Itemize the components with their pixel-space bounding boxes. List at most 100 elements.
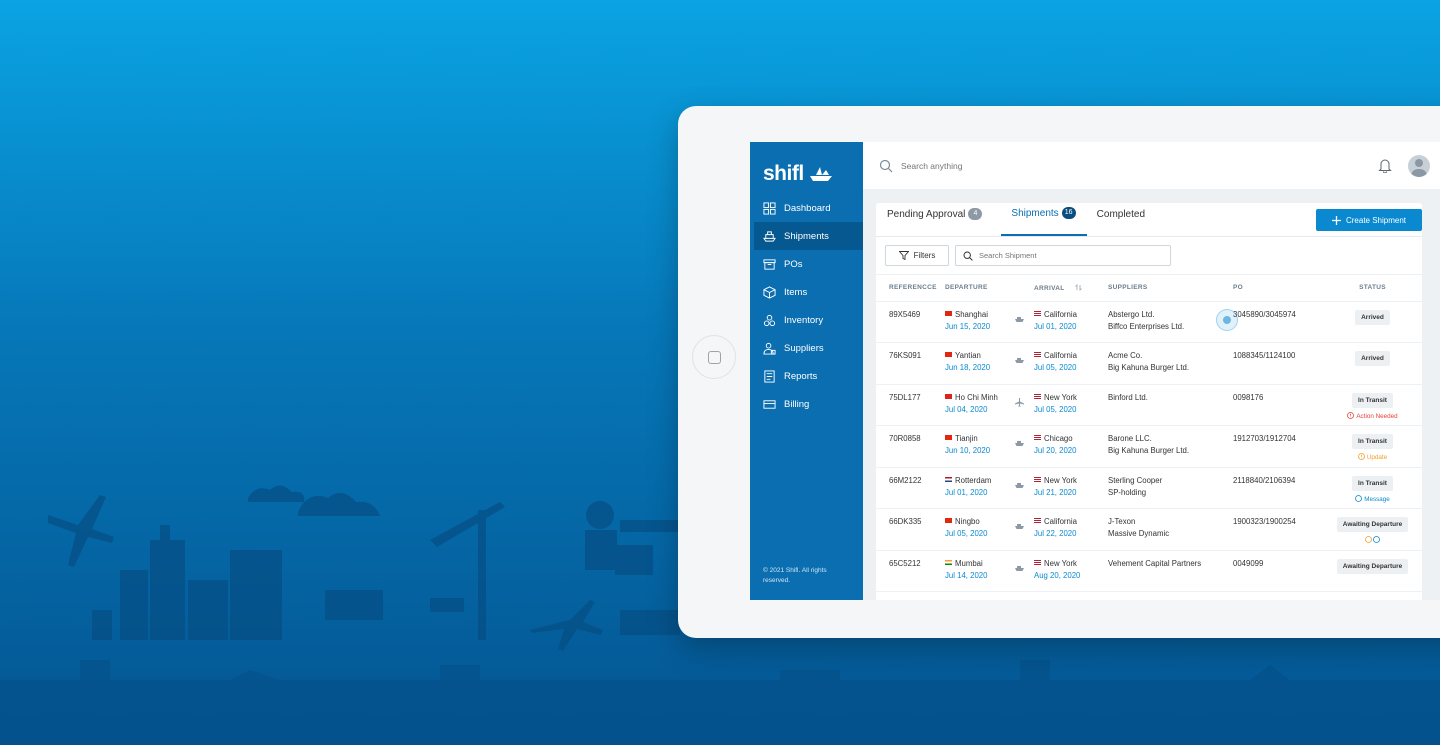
arrival-date: Aug 20, 2020 (1034, 570, 1081, 580)
boxes-icon (763, 314, 776, 326)
status-cell: Awaiting Departure (1323, 508, 1422, 551)
sidebar-item-suppliers[interactable]: Suppliers (750, 334, 863, 362)
sidebar-item-label: Billing (784, 398, 810, 410)
table-row[interactable]: 66M2122 Rotterdam Jul 01, 2020 New York … (876, 467, 1422, 509)
po-cell: 2118840/2106394 (1233, 467, 1323, 509)
reference-text: 76KS091 (889, 351, 922, 360)
table-row[interactable]: 75DL177 Ho Chi Minh Jul 04, 2020 New Yor… (876, 384, 1422, 426)
status-badge: Awaiting Departure (1336, 558, 1409, 574)
status-badge: Arrived (1355, 351, 1390, 366)
po-cell: 0018756/0018735 (1233, 591, 1323, 600)
table-row[interactable]: 66DK335 Ningbo Jul 05, 2020 California J… (876, 508, 1422, 551)
reference-cell: 66DK335 (876, 508, 945, 551)
sidebar-item-shipments[interactable]: Shipments (754, 222, 863, 250)
tab-shipments[interactable]: Shipments 16 (1001, 202, 1087, 236)
sidebar-item-pos[interactable]: POs (750, 250, 863, 278)
table-row[interactable]: 64SA906 Shanghai California Genco Pura O… (876, 591, 1422, 600)
table-row[interactable]: 70R0858 Tianjin Jun 10, 2020 Chicago Jul… (876, 425, 1422, 468)
supplier-secondary: Big Kahuna Burger Ltd. (1108, 363, 1190, 372)
user-avatar[interactable] (1408, 155, 1430, 177)
reference-text: 66DK335 (889, 517, 922, 526)
po-cell: 0049099 (1233, 550, 1323, 592)
app-screen: shifl Dashboard Shipments POs Items Inve… (750, 142, 1440, 600)
table-row[interactable]: 65C5212 Mumbai Jul 14, 2020 New York Aug… (876, 550, 1422, 592)
filters-button[interactable]: Filters (885, 245, 949, 266)
tab-label: Pending Approval (887, 208, 966, 220)
column-header-departure[interactable]: DEPARTURE (945, 275, 1015, 302)
supplier-primary: Sterling Cooper (1108, 475, 1163, 485)
departure-city: Rotterdam (955, 475, 992, 485)
sub-status-slot[interactable]: Update (1323, 453, 1422, 461)
status-badge: Arrived (1355, 309, 1390, 325)
tab-label: Completed (1096, 208, 1146, 220)
supplier-secondary: SP-holding (1108, 487, 1147, 497)
shipment-search-input[interactable] (979, 251, 1159, 260)
column-header-arrival[interactable]: ARRIVAL (1034, 275, 1108, 302)
departure-city: Tianjin (955, 434, 978, 443)
sub-status-text: Message (1364, 495, 1390, 503)
sidebar-item-billing[interactable]: Billing (750, 390, 863, 418)
create-shipment-label: Create Shipment (1345, 215, 1407, 225)
column-header-po[interactable]: PO (1233, 275, 1323, 302)
table-header-row: REFERENCCE DEPARTURE ARRIVAL SUPPLIERS P… (876, 275, 1422, 302)
arrival-city: California (1044, 309, 1077, 319)
arrival-cell: Chicago Jul 20, 2020 (1034, 425, 1108, 468)
column-header-suppliers[interactable]: SUPPLIERS (1108, 275, 1233, 302)
reference-cell: 89X5469 (876, 301, 945, 343)
flag-icon (945, 518, 952, 523)
shipments-panel: Pending Approval 4 Shipments 16 Complete… (876, 203, 1422, 600)
sidebar-item-reports[interactable]: Reports (750, 362, 863, 390)
ship-mode-icon (1015, 358, 1024, 363)
departure-cell: Ningbo Jul 05, 2020 (945, 508, 1015, 551)
status-cell: Awaiting Departure (1323, 591, 1422, 600)
transport-mode-cell (1015, 550, 1034, 592)
reference-cell: 75DL177 (876, 384, 945, 426)
ship-mode-icon (1015, 565, 1024, 571)
supplier-primary: J-Texon (1108, 517, 1136, 526)
filters-label: Filters (913, 251, 936, 260)
ship-mode-icon (1015, 316, 1024, 322)
sub-status-slot[interactable] (1323, 536, 1422, 545)
tab-completed[interactable]: Completed (1097, 202, 1156, 236)
sidebar-item-items[interactable]: Items (750, 278, 863, 306)
table-row[interactable]: 89X5469 Shanghai Jun 15, 2020 California… (876, 301, 1422, 343)
departure-cell: Mumbai Jul 14, 2020 (945, 550, 1015, 592)
supplier-primary: Abstergo Ltd. (1108, 309, 1155, 319)
sub-status-slot[interactable]: Message (1323, 494, 1422, 503)
count-badge: 4 (968, 208, 983, 220)
departure-city: Yantian (955, 351, 981, 360)
transport-mode-cell (1015, 342, 1034, 385)
departure-cell: Ho Chi Minh Jul 04, 2020 (945, 384, 1015, 426)
logo[interactable]: shifl (750, 142, 863, 192)
sub-status-slot[interactable]: Action Needed (1323, 411, 1422, 420)
transport-mode-cell (1015, 425, 1034, 468)
sidebar-item-dashboard[interactable]: Dashboard (750, 194, 863, 222)
arrival-cell: California Jul 01, 2020 (1034, 301, 1108, 343)
po-number: 2118840/2106394 (1233, 475, 1296, 485)
sort-icon[interactable] (1074, 283, 1082, 291)
suppliers-cell: Binford Ltd. (1108, 384, 1233, 426)
arrival-date: Jul 01, 2020 (1034, 321, 1077, 331)
global-search-input[interactable] (901, 160, 1101, 171)
flag-icon (1034, 476, 1041, 482)
tab-pending-approval[interactable]: Pending Approval 4 (887, 202, 993, 236)
reference-cell: 70R0858 (876, 425, 945, 468)
tablet-home-button[interactable] (692, 335, 736, 379)
suppliers-cell: Acme Co. Big Kahuna Burger Ltd. (1108, 342, 1233, 385)
flag-icon (1034, 352, 1041, 357)
table-row[interactable]: 76KS091 Yantian Jun 18, 2020 California … (876, 342, 1422, 385)
status-cell: In Transit Update (1323, 425, 1422, 468)
mode-slot (1015, 481, 1034, 490)
create-shipment-button[interactable]: Create Shipment (1316, 209, 1422, 231)
po-cell: 0098176 (1233, 384, 1323, 426)
mode-slot (1015, 397, 1034, 409)
sidebar-item-inventory[interactable]: Inventory (750, 306, 863, 334)
message-icon (1373, 536, 1381, 543)
boat-logo-icon (809, 167, 832, 181)
column-header-reference[interactable]: REFERENCCE (876, 275, 945, 302)
notification-bell-icon[interactable] (1378, 158, 1392, 173)
column-header-status[interactable]: STATUS (1323, 275, 1422, 302)
flag-icon (1034, 559, 1041, 565)
sidebar-item-label: POs (784, 258, 803, 270)
ship-mode-icon (1015, 441, 1024, 446)
